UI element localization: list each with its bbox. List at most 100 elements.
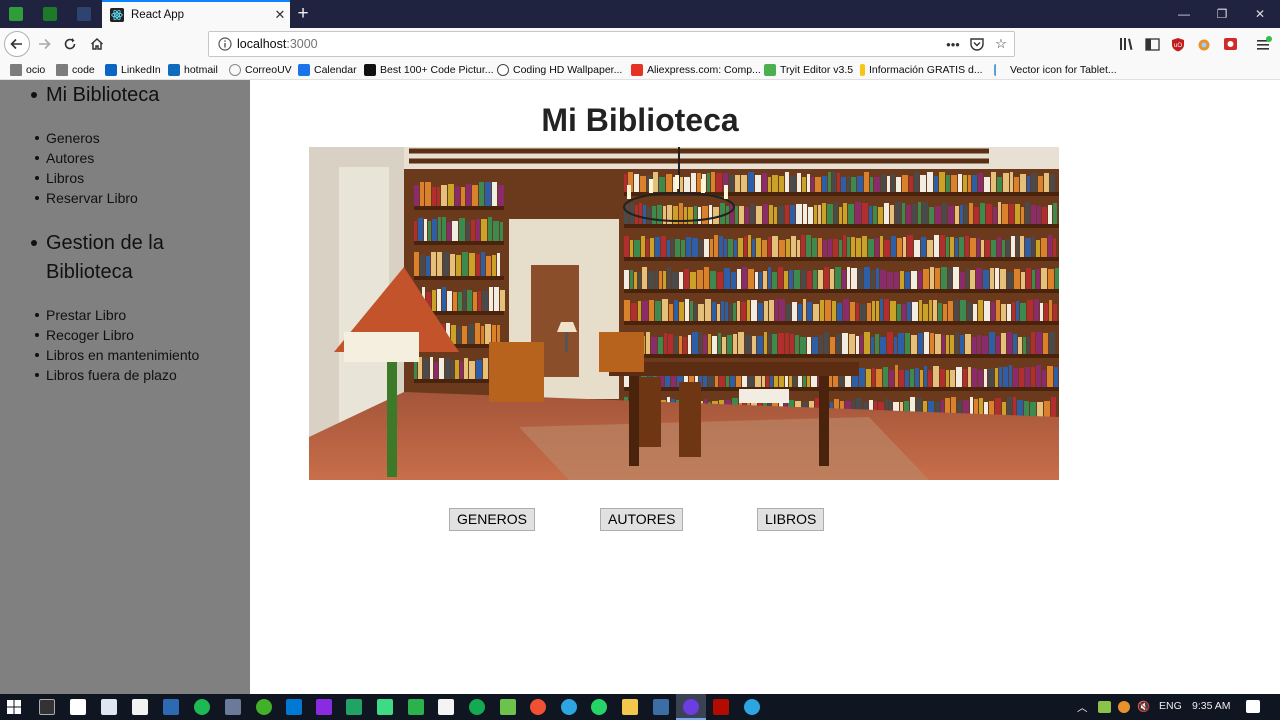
bookmark-item[interactable]: CorreoUV xyxy=(229,62,292,78)
url-bar[interactable]: localhost:3000 ••• ☆ xyxy=(208,31,1015,57)
mongodb-icon[interactable] xyxy=(469,699,485,715)
sidebar-toggle-icon[interactable] xyxy=(1141,33,1163,55)
book-spine xyxy=(708,334,711,354)
book-spine xyxy=(867,303,871,321)
pdf-reader-icon[interactable] xyxy=(713,699,729,715)
sidebar-item-recoger-libro[interactable]: Recoger Libro xyxy=(34,325,199,345)
bookmark-item[interactable]: Calendar xyxy=(298,62,357,78)
book-spine xyxy=(839,207,842,224)
bookmark-item[interactable]: hotmail xyxy=(168,62,218,78)
bookmark-item[interactable]: LinkedIn xyxy=(105,62,161,78)
vscode-icon[interactable] xyxy=(286,699,302,715)
spotify-icon[interactable] xyxy=(194,699,210,715)
nodejs-icon[interactable] xyxy=(500,699,516,715)
mail-icon[interactable] xyxy=(101,699,117,715)
close-window-button[interactable]: ✕ xyxy=(1242,4,1278,24)
app-icon[interactable] xyxy=(408,699,424,715)
autores-button[interactable]: AUTORES xyxy=(600,508,684,531)
minimize-button[interactable]: — xyxy=(1166,4,1202,24)
store-icon[interactable] xyxy=(132,699,148,715)
book-spine xyxy=(445,358,450,379)
sidebar-item-libros-mantenimiento[interactable]: Libros en mantenimiento xyxy=(34,345,199,365)
book-spine xyxy=(1049,332,1055,354)
file-explorer-icon[interactable] xyxy=(622,699,638,715)
back-button[interactable] xyxy=(4,31,30,57)
pinned-tab-2[interactable] xyxy=(34,0,66,28)
generos-button[interactable]: GENEROS xyxy=(449,508,536,531)
app-icon[interactable] xyxy=(256,699,272,715)
book-spine xyxy=(1006,239,1010,257)
app-icon[interactable] xyxy=(163,699,179,715)
book-spine xyxy=(448,184,454,206)
sidebar-item-libros-fuera-de-plazo[interactable]: Libros fuera de plazo xyxy=(34,365,199,385)
ublock-icon[interactable]: uO xyxy=(1167,33,1189,55)
page-actions-icon[interactable]: ••• xyxy=(944,34,962,54)
book-spine xyxy=(759,272,762,289)
bookmark-item[interactable]: Coding HD Wallpaper... xyxy=(497,62,622,78)
task-view-icon[interactable] xyxy=(39,699,55,715)
bookmark-item[interactable]: Tryit Editor v3.5 xyxy=(764,62,853,78)
sidebar-item-prestar-libro[interactable]: Prestar Libro xyxy=(34,305,199,325)
extension-icon[interactable] xyxy=(1193,33,1215,55)
bookmark-item[interactable]: Best 100+ Code Pictur... xyxy=(364,62,494,78)
whatsapp-icon[interactable] xyxy=(591,699,607,715)
bookmark-item[interactable]: Información GRATIS d... xyxy=(860,62,983,78)
book-spine xyxy=(836,334,841,354)
pocket-icon[interactable] xyxy=(968,34,986,54)
bookmark-item[interactable]: Aliexpress.com: Comp... xyxy=(631,62,761,78)
tray-app-icon[interactable] xyxy=(1118,701,1130,713)
book-spine xyxy=(692,238,698,257)
maps-icon[interactable] xyxy=(438,699,454,715)
home-button[interactable] xyxy=(85,32,109,56)
bookmark-item[interactable]: ocio xyxy=(10,62,45,78)
telegram-icon[interactable] xyxy=(744,699,760,715)
android-studio-icon[interactable] xyxy=(377,699,393,715)
book-spine xyxy=(675,239,680,257)
bookmark-item[interactable]: Vector icon for Tablet... xyxy=(994,62,1117,78)
bookmark-star-icon[interactable]: ☆ xyxy=(992,34,1010,54)
close-tab-icon[interactable]: ✕ xyxy=(270,7,290,23)
virtualbox-icon[interactable] xyxy=(225,699,241,715)
sidebar-item-libros[interactable]: Libros xyxy=(35,168,138,188)
book-spine xyxy=(789,270,793,289)
postman-icon[interactable] xyxy=(530,699,546,715)
firefox-icon[interactable] xyxy=(683,699,699,715)
book-spine xyxy=(738,238,743,257)
sticky-notes-icon[interactable] xyxy=(70,699,86,715)
notifications-icon[interactable] xyxy=(1246,700,1260,713)
reload-button[interactable] xyxy=(58,32,82,56)
pinned-tab-3[interactable] xyxy=(68,0,100,28)
book-spine xyxy=(725,302,728,321)
battery-icon[interactable] xyxy=(1098,701,1111,713)
volume-muted-icon[interactable]: 🔇 xyxy=(1137,700,1150,713)
screenshot-extension-icon[interactable] xyxy=(1219,33,1241,55)
book-spine xyxy=(860,304,866,321)
bookmark-item[interactable]: code xyxy=(56,62,95,78)
book-spine xyxy=(471,220,475,241)
libros-button[interactable]: LIBROS xyxy=(757,508,825,531)
app-icon[interactable] xyxy=(346,699,362,715)
book-spine xyxy=(990,268,994,289)
book-spine xyxy=(1003,173,1009,192)
tray-chevron-icon[interactable]: ︿ xyxy=(1077,700,1088,715)
sidebar-item-autores[interactable]: Autores xyxy=(35,148,138,168)
forward-button[interactable] xyxy=(32,32,56,56)
book-spine xyxy=(1031,205,1036,224)
pinned-tab-1[interactable] xyxy=(0,0,32,28)
telegram-icon[interactable] xyxy=(561,699,577,715)
book-spine xyxy=(997,177,1002,192)
windows-start-icon[interactable] xyxy=(7,700,21,714)
tab-react-app[interactable]: React App ✕ xyxy=(102,0,290,28)
new-tab-button[interactable]: + xyxy=(292,3,314,25)
language-indicator[interactable]: ENG xyxy=(1159,700,1182,712)
sidebar-item-reservar-libro[interactable]: Reservar Libro xyxy=(35,188,138,208)
menu-icon[interactable] xyxy=(1253,33,1275,55)
restore-button[interactable]: ❐ xyxy=(1204,4,1240,24)
clock[interactable]: 9:35 AM xyxy=(1192,700,1231,712)
info-icon[interactable] xyxy=(218,37,232,51)
sidebar-item-generos[interactable]: Generos xyxy=(35,128,138,148)
app-icon[interactable] xyxy=(316,699,332,715)
book-spine xyxy=(1042,370,1046,387)
library-icon[interactable] xyxy=(1115,33,1137,55)
app-icon[interactable] xyxy=(653,699,669,715)
